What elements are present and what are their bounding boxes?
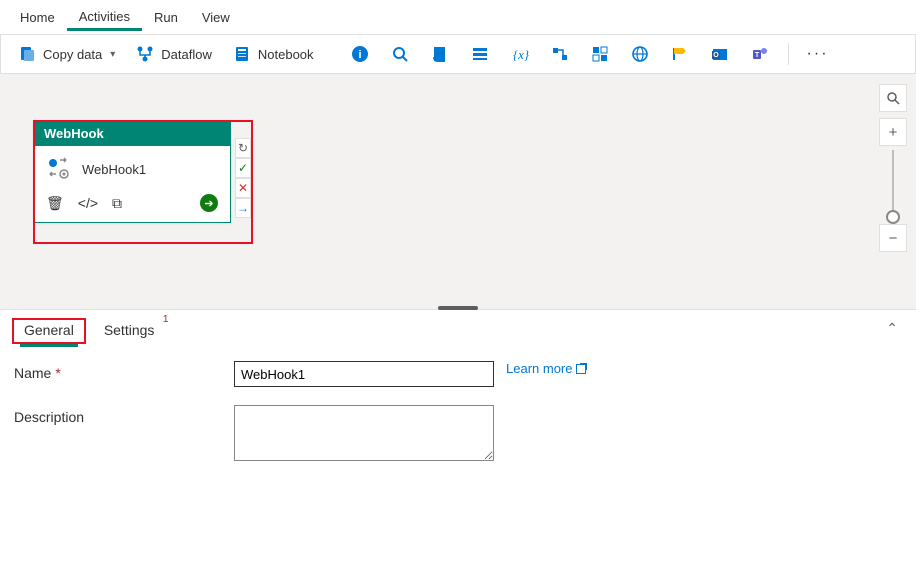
outlook-icon: O: [710, 44, 730, 64]
chevron-down-icon: ▾: [110, 49, 115, 60]
dataflow-icon: [135, 44, 155, 64]
search-icon: [390, 44, 410, 64]
general-form: Name* Learn more Description: [0, 345, 916, 495]
top-menu: Home Activities Run View: [0, 0, 916, 34]
node-type-label: WebHook: [34, 121, 230, 146]
flag-icon: [670, 44, 690, 64]
run-icon[interactable]: ➔: [200, 194, 218, 212]
external-link-icon: [576, 364, 586, 374]
notebook-button[interactable]: Notebook: [224, 40, 322, 68]
svg-text:O: O: [713, 52, 719, 59]
variable-icon: {x}: [510, 44, 530, 64]
description-row: Description: [14, 405, 902, 461]
teams-icon: T: [750, 44, 770, 64]
property-tabs: General Settings 1 ⌃: [0, 310, 916, 345]
copy-data-icon: [17, 44, 37, 64]
more-button[interactable]: ···: [799, 41, 837, 67]
menu-run[interactable]: Run: [142, 4, 190, 29]
zoom-in-button[interactable]: +: [879, 118, 907, 146]
code-icon[interactable]: </>: [78, 195, 98, 212]
tab-general[interactable]: General: [20, 318, 78, 347]
zoom-slider-knob[interactable]: [886, 210, 900, 224]
pipeline-icon: [550, 44, 570, 64]
tab-settings-badge: 1: [163, 314, 169, 325]
menu-home[interactable]: Home: [8, 4, 67, 29]
connector-retry[interactable]: ↻: [235, 138, 251, 158]
required-asterisk: *: [55, 365, 60, 381]
node-name: WebHook1: [82, 162, 146, 177]
delete-icon[interactable]: 🗑: [46, 195, 64, 212]
description-label: Description: [14, 405, 234, 425]
search-button[interactable]: [382, 40, 418, 68]
collapse-panel-icon[interactable]: ⌃: [886, 320, 898, 337]
connector-success[interactable]: ✓: [235, 158, 251, 178]
tab-settings[interactable]: Settings 1: [100, 318, 159, 344]
dataflow-button[interactable]: Dataflow: [127, 40, 220, 68]
name-label-text: Name: [14, 365, 51, 381]
copy-data-label: Copy data: [43, 47, 102, 62]
flag-button[interactable]: [662, 40, 698, 68]
node-footer: 🗑 </> ⧉ ➔: [34, 188, 230, 222]
node-body: WebHook1: [34, 146, 230, 188]
learn-more-label: Learn more: [506, 361, 572, 376]
svg-text:T: T: [754, 52, 759, 59]
zoom-out-button[interactable]: −: [879, 224, 907, 252]
toolbar: Copy data ▾ Dataflow Notebook i {x} O T …: [0, 34, 916, 74]
info-icon: i: [350, 44, 370, 64]
pipeline-canvas[interactable]: WebHook WebHook1 🗑 </> ⧉ ➔ ↻ ✓: [0, 74, 916, 310]
menu-activities[interactable]: Activities: [67, 3, 142, 31]
name-input[interactable]: [234, 361, 494, 387]
tab-settings-label: Settings: [104, 322, 155, 338]
toolbar-separator: [788, 43, 789, 65]
connector-failure[interactable]: ✕: [235, 178, 251, 198]
template-icon: [590, 44, 610, 64]
svg-text:{x}: {x}: [512, 47, 529, 62]
globe-icon: [630, 44, 650, 64]
description-input[interactable]: [234, 405, 494, 461]
outlook-button[interactable]: O: [702, 40, 738, 68]
canvas-search-button[interactable]: [879, 84, 907, 112]
learn-more-link[interactable]: Learn more: [506, 361, 586, 376]
menu-view[interactable]: View: [190, 4, 242, 29]
connector-completion[interactable]: →: [235, 198, 251, 218]
zoom-slider[interactable]: [892, 150, 894, 220]
node-connectors: ↻ ✓ ✕ →: [235, 138, 251, 218]
pipeline-button[interactable]: [542, 40, 578, 68]
dataflow-label: Dataflow: [161, 47, 212, 62]
list-button[interactable]: [462, 40, 498, 68]
more-icon: ···: [807, 45, 829, 63]
clone-icon[interactable]: ⧉: [112, 195, 122, 212]
template-button[interactable]: [582, 40, 618, 68]
script-button[interactable]: [422, 40, 458, 68]
activity-node-wrap: WebHook WebHook1 🗑 </> ⧉ ➔ ↻ ✓: [33, 120, 231, 223]
name-label: Name*: [14, 361, 234, 381]
name-row: Name* Learn more: [14, 361, 902, 387]
info-button[interactable]: i: [342, 40, 378, 68]
tab-general-highlight: General: [12, 318, 86, 344]
variable-button[interactable]: {x}: [502, 40, 538, 68]
list-icon: [470, 44, 490, 64]
svg-text:i: i: [358, 49, 361, 61]
copy-data-button[interactable]: Copy data ▾: [9, 40, 123, 68]
webhook-activity-node[interactable]: WebHook WebHook1 🗑 </> ⧉ ➔: [33, 120, 231, 223]
notebook-label: Notebook: [258, 47, 314, 62]
notebook-icon: [232, 44, 252, 64]
script-icon: [430, 44, 450, 64]
webhook-icon: [46, 156, 72, 182]
globe-button[interactable]: [622, 40, 658, 68]
teams-button[interactable]: T: [742, 40, 778, 68]
canvas-zoom-controls: + −: [878, 84, 908, 252]
